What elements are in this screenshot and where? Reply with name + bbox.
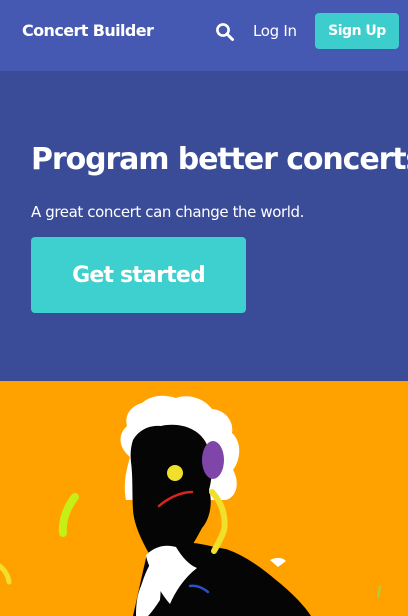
search-icon bbox=[216, 23, 234, 41]
hero-title: Program better concerts bbox=[31, 142, 408, 177]
hero-illustration bbox=[0, 381, 408, 616]
hero-subtitle: A great concert can change the world. bbox=[31, 203, 305, 221]
signup-button[interactable]: Sign Up bbox=[315, 13, 399, 49]
get-started-button[interactable]: Get started bbox=[31, 237, 246, 313]
top-navigation: Concert Builder Log In Sign Up bbox=[0, 0, 408, 71]
brand-logo[interactable]: Concert Builder bbox=[22, 21, 154, 40]
composer-illustration bbox=[0, 395, 381, 616]
hero-section: Program better concerts A great concert … bbox=[0, 71, 408, 381]
search-button[interactable] bbox=[215, 22, 235, 42]
login-link[interactable]: Log In bbox=[253, 22, 297, 40]
